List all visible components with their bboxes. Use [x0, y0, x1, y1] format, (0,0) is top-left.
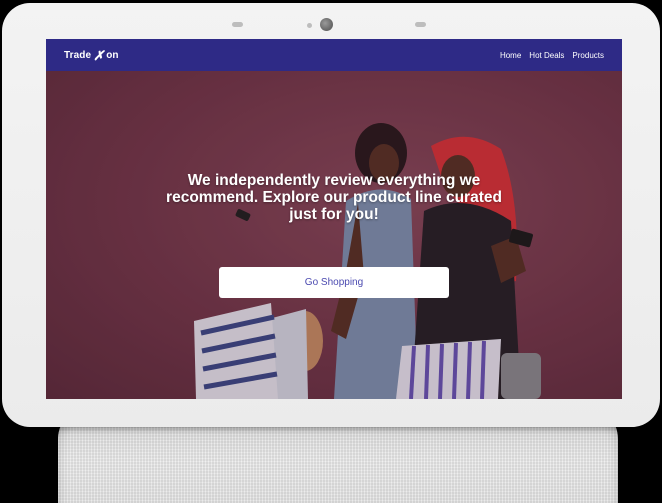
device-screen: Trade ✗ on Home Hot Deals Products We in…	[46, 39, 622, 399]
navbar: Trade ✗ on Home Hot Deals Products	[46, 39, 622, 71]
brand-logo[interactable]: Trade ✗ on	[64, 49, 119, 62]
hero-heading: We independently review everything we re…	[166, 172, 502, 223]
nav-link-hot-deals[interactable]: Hot Deals	[529, 51, 564, 60]
sensor-dot	[307, 23, 312, 28]
sensor-slot-left	[232, 22, 243, 27]
logo-text-right: on	[106, 49, 119, 61]
hero-overlay	[46, 71, 622, 399]
sensor-slot-right	[415, 22, 426, 27]
smart-display-frame: Trade ✗ on Home Hot Deals Products We in…	[2, 3, 660, 427]
nav-link-products[interactable]: Products	[572, 51, 604, 60]
logo-text-left: Trade	[64, 49, 92, 61]
hero-section: We independently review everything we re…	[46, 71, 622, 399]
camera-icon	[320, 18, 333, 31]
nav-link-home[interactable]: Home	[500, 51, 521, 60]
page-stage: Trade ✗ on Home Hot Deals Products We in…	[0, 0, 662, 503]
nav-links: Home Hot Deals Products	[500, 51, 604, 60]
go-shopping-button[interactable]: Go Shopping	[219, 267, 449, 298]
logo-mark-icon: ✗	[93, 47, 105, 63]
